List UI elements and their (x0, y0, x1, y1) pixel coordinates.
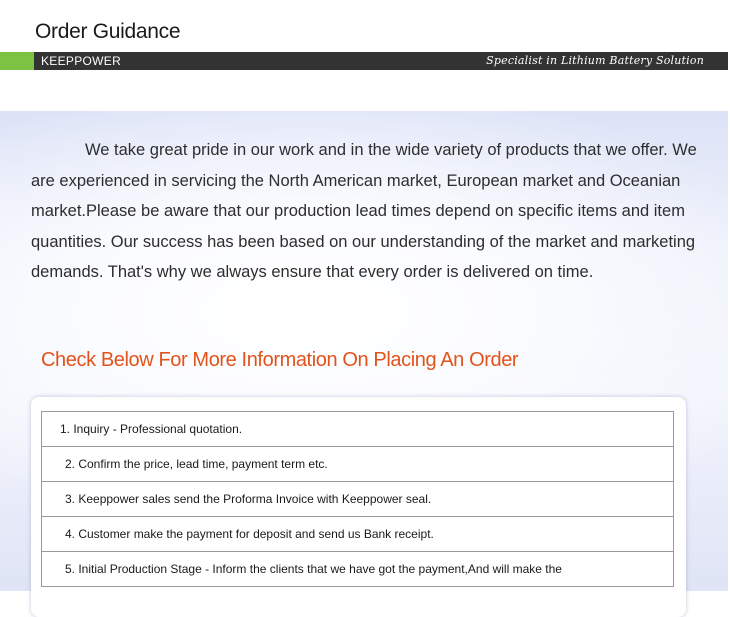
brand-slogan: Specialist in Lithium Battery Solution (486, 54, 704, 67)
step-cell: 1. Inquiry - Professional quotation. (41, 411, 674, 447)
step-3-text: 3. Keeppower sales send the Proforma Inv… (65, 492, 432, 506)
table-row: 3. Keeppower sales send the Proforma Inv… (41, 481, 674, 517)
order-steps-card: 1. Inquiry - Professional quotation. 2. … (31, 397, 686, 617)
table-row: 2. Confirm the price, lead time, payment… (41, 446, 674, 482)
step-5-text: 5. Initial Production Stage - Inform the… (65, 562, 562, 576)
step-4-text: 4. Customer make the payment for deposit… (65, 527, 434, 541)
step-cell: 2. Confirm the price, lead time, payment… (41, 446, 674, 482)
intro-paragraph: We take great pride in our work and in t… (31, 141, 697, 281)
table-row: 1. Inquiry - Professional quotation. (41, 411, 674, 447)
step-2-text: 2. Confirm the price, lead time, payment… (65, 457, 328, 471)
order-steps-table: 1. Inquiry - Professional quotation. 2. … (41, 411, 674, 587)
section-heading: Check Below For More Information On Plac… (41, 349, 519, 371)
step-1-text: 1. Inquiry - Professional quotation. (60, 422, 243, 436)
page-title: Order Guidance (35, 20, 181, 43)
step-cell: 3. Keeppower sales send the Proforma Inv… (41, 481, 674, 517)
brand-accent-stripe (0, 52, 34, 70)
table-row: 5. Initial Production Stage - Inform the… (41, 551, 674, 587)
content-panel: We take great pride in our work and in t… (0, 111, 728, 617)
brand-name: KEEPPOWER (41, 54, 122, 68)
step-cell: 5. Initial Production Stage - Inform the… (41, 551, 674, 587)
brand-bar: KEEPPOWER Specialist in Lithium Battery … (0, 52, 728, 70)
step-cell: 4. Customer make the payment for deposit… (41, 516, 674, 552)
table-row: 4. Customer make the payment for deposit… (41, 516, 674, 552)
